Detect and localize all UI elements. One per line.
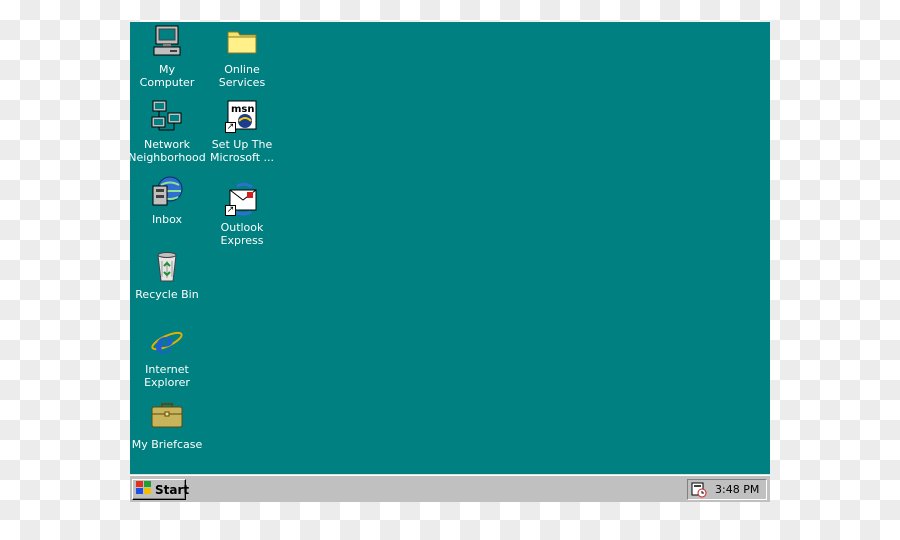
desktop-icon-recycle-bin[interactable]: Recycle Bin (130, 249, 204, 301)
desktop-icon-my-briefcase[interactable]: My Briefcase (130, 399, 204, 451)
msn-setup-icon: msn ↗ (225, 99, 259, 133)
outlook-express-icon: ↗ (225, 182, 259, 216)
online-services-icon (225, 24, 259, 58)
inbox-icon (150, 174, 184, 208)
icon-label: Inbox (151, 213, 183, 226)
svg-text:msn: msn (231, 104, 255, 115)
desktop-icon-internet-explorer[interactable]: e Internet Explorer (130, 324, 204, 389)
icon-label: Internet Explorer (144, 363, 190, 389)
windows-logo-icon (136, 480, 152, 499)
shortcut-arrow-icon: ↗ (225, 122, 236, 133)
icon-label: My Briefcase (131, 438, 203, 451)
system-tray: 3:48 PM (687, 479, 767, 500)
desktop: My Computer Online Services Network Neig… (130, 22, 770, 502)
shortcut-arrow-icon: ↗ (225, 205, 236, 216)
internet-explorer-icon: e (150, 324, 184, 361)
my-briefcase-icon (150, 399, 184, 433)
icon-label: Online Services (218, 63, 266, 89)
desktop-icon-my-computer[interactable]: My Computer (130, 24, 204, 89)
icon-label: Outlook Express (220, 221, 264, 247)
taskbar: Start 3:48 PM (130, 474, 770, 502)
scheduler-icon[interactable] (691, 482, 707, 498)
start-button[interactable]: Start (132, 479, 190, 500)
desktop-icon-msn-setup[interactable]: msn ↗ Set Up The Microsoft ... (205, 99, 279, 164)
desktop-icon-inbox[interactable]: Inbox (130, 174, 204, 226)
start-label: Start (155, 482, 190, 497)
desktop-icon-online-services[interactable]: Online Services (205, 24, 279, 89)
my-computer-icon (150, 24, 184, 58)
icon-label: Network Neighborhood (130, 138, 206, 164)
clock[interactable]: 3:48 PM (715, 483, 759, 496)
svg-text:e: e (155, 326, 174, 358)
recycle-bin-icon (150, 249, 184, 283)
icon-label: Set Up The Microsoft ... (209, 138, 275, 164)
icon-label: Recycle Bin (135, 288, 199, 301)
icon-label: My Computer (139, 63, 195, 89)
desktop-icon-network-neighborhood[interactable]: Network Neighborhood (130, 99, 206, 164)
network-neighborhood-icon (150, 99, 184, 133)
desktop-icon-outlook-express[interactable]: ↗ Outlook Express (205, 182, 279, 247)
